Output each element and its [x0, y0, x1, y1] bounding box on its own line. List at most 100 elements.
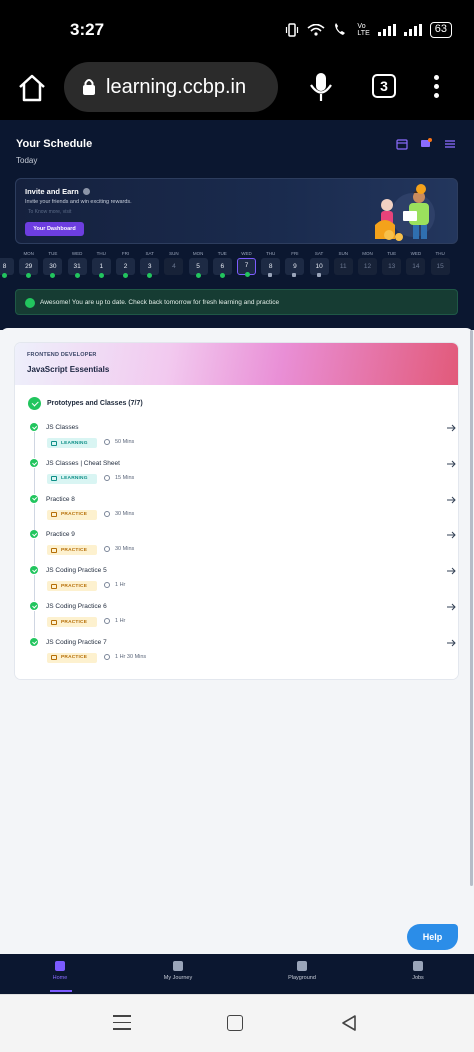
tabs-button[interactable]: 3: [372, 74, 396, 98]
scrollbar[interactable]: [470, 330, 473, 886]
day-label: SAT: [314, 251, 324, 256]
notification-icon[interactable]: [420, 138, 432, 150]
day-7[interactable]: SUN 4: [164, 251, 184, 275]
mic-icon[interactable]: [308, 72, 334, 102]
day-8[interactable]: MON 5: [188, 251, 208, 278]
clipboard-icon: [51, 619, 57, 625]
day-3[interactable]: WED 31: [67, 251, 87, 278]
timeline-line: [33, 503, 35, 530]
badge-label: PRACTICE: [61, 547, 88, 553]
nav-tab-home[interactable]: Home: [20, 961, 100, 981]
completed-dot-icon: [2, 273, 7, 278]
vibrate-icon: [286, 23, 299, 37]
day-13[interactable]: SAT 10: [309, 251, 329, 277]
arrow-right-icon[interactable]: [446, 530, 456, 540]
locked-icon: [292, 273, 297, 277]
check-circle-icon: [25, 298, 35, 308]
course-item[interactable]: Practice 9 PRACTICE 30 Mins: [30, 530, 456, 566]
day-5[interactable]: FRI 2: [116, 251, 135, 278]
item-title: Practice 9: [46, 531, 75, 539]
day-label: MON: [362, 251, 373, 256]
day-date: 30: [43, 258, 63, 278]
hamburger-menu-icon[interactable]: [444, 138, 456, 150]
arrow-right-icon[interactable]: [446, 602, 456, 612]
day-date: 12: [358, 258, 377, 275]
day-18[interactable]: THU 15: [430, 251, 450, 275]
day-label: SAT: [145, 251, 154, 256]
day-6[interactable]: SAT 3: [140, 251, 160, 278]
nav-label: My Journey: [163, 975, 193, 981]
locked-icon: [316, 273, 321, 277]
duration-text: 15 Mins: [115, 474, 135, 481]
nav-tab-playground[interactable]: Playground: [262, 961, 342, 981]
item-duration: 1 Hr: [104, 582, 126, 589]
day-11[interactable]: THU 8: [261, 251, 281, 277]
home-nav-icon: [55, 961, 65, 971]
more-options-icon[interactable]: [430, 72, 442, 102]
arrow-right-icon[interactable]: [446, 423, 456, 433]
item-duration: 50 Mins: [104, 439, 134, 445]
day-17[interactable]: WED 14: [406, 251, 426, 275]
invite-faint-text: To Know more, visit: [28, 209, 72, 215]
url-text: learning.ccbp.in: [106, 75, 247, 98]
day-14[interactable]: SUN 11: [333, 251, 353, 275]
nav-tab-jobs[interactable]: Jobs: [378, 961, 458, 981]
day-1[interactable]: MON 29: [19, 251, 39, 278]
course-item[interactable]: Practice 8 PRACTICE 30 Mins: [30, 494, 456, 530]
course-item[interactable]: JS Classes LEARNING 50 Mins: [30, 423, 456, 458]
arrow-right-icon[interactable]: [446, 459, 456, 469]
timeline-line: [33, 432, 35, 458]
day-date: 4: [164, 258, 184, 275]
arrow-right-icon[interactable]: [446, 638, 456, 648]
course-banner[interactable]: FRONTEND DEVELOPER JavaScript Essentials: [15, 343, 458, 385]
arrow-right-icon[interactable]: [446, 495, 456, 505]
dashboard-button[interactable]: Your Dashboard: [25, 222, 84, 236]
item-type-badge: PRACTICE: [47, 652, 97, 663]
item-title: JS Classes: [46, 424, 79, 431]
course-item[interactable]: JS Coding Practice 7 PRACTICE 1 Hr 30 Mins: [30, 637, 456, 672]
address-bar[interactable]: learning.ccbp.in: [64, 62, 278, 112]
day-2[interactable]: TUE 30: [43, 251, 63, 278]
completed-dot-icon: [245, 272, 250, 277]
calendar-icon[interactable]: [396, 138, 408, 150]
item-type-badge: PRACTICE: [47, 509, 97, 520]
nav-tab-my-journey[interactable]: My Journey: [138, 961, 218, 981]
course-title: JavaScript Essentials: [27, 365, 110, 374]
day-date: 31: [67, 258, 87, 278]
invite-illustration: [375, 184, 435, 241]
arrow-right-icon[interactable]: [446, 566, 456, 576]
completed-dot-icon: [74, 273, 80, 278]
day-date: 5: [188, 258, 208, 278]
course-item[interactable]: JS Coding Practice 6 PRACTICE 1 Hr: [30, 602, 456, 637]
schedule-section: Your Schedule Today Invite and Earn Invi…: [0, 120, 474, 330]
day-label: FRI: [121, 251, 130, 256]
back-icon[interactable]: [340, 1014, 358, 1032]
item-title: JS Coding Practice 6: [46, 603, 107, 610]
wifi-icon: [307, 24, 325, 36]
recent-apps-icon[interactable]: [113, 1015, 131, 1031]
clock-icon: [104, 546, 110, 553]
day-9[interactable]: TUE 6: [212, 251, 232, 278]
day-4[interactable]: THU 1: [91, 251, 111, 278]
day-12[interactable]: FRI 9: [285, 251, 305, 277]
duration-text: 1 Hr: [115, 582, 126, 589]
topic-header[interactable]: Prototypes and Classes (7/7): [28, 397, 143, 410]
course-item[interactable]: JS Classes | Cheat Sheet LEARNING 15 Mins: [30, 458, 456, 494]
active-tab-indicator: [50, 990, 72, 992]
item-check-icon: [30, 530, 38, 539]
info-icon[interactable]: [82, 188, 90, 195]
help-button[interactable]: Help: [407, 924, 458, 950]
day-16[interactable]: TUE 13: [382, 251, 402, 275]
home-icon[interactable]: [16, 72, 48, 104]
timeline-line: [33, 611, 35, 637]
badge-label: LEARNING: [61, 476, 88, 482]
book-icon: [51, 476, 57, 482]
day-0[interactable]: 8: [0, 251, 14, 278]
day-date: 7: [237, 258, 256, 277]
day-10[interactable]: WED 7: [237, 251, 256, 277]
item-title: Practice 8: [46, 495, 75, 503]
day-15[interactable]: MON 12: [358, 251, 377, 275]
course-item[interactable]: JS Coding Practice 5 PRACTICE 1 Hr: [30, 566, 456, 602]
status-bar: 3:27 Vo LTE 63: [0, 0, 474, 62]
system-home-icon[interactable]: [227, 1015, 243, 1031]
